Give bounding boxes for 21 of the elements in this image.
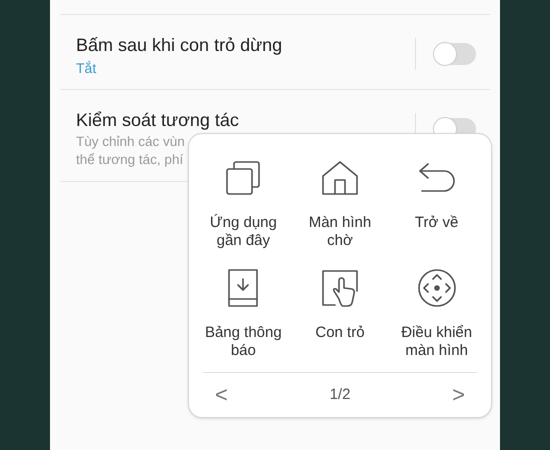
setting-status: Tắt — [76, 59, 96, 78]
menu-item[interactable]: Màn hình chờ — [292, 156, 388, 250]
menu-item[interactable]: Con trỏ — [292, 266, 388, 360]
setting-title: Kiểm soát tương tác — [76, 109, 240, 132]
hand-pointer-icon — [320, 269, 359, 307]
setting-description: Tùy chỉnh các vùn — [76, 133, 185, 151]
download-panel-icon — [227, 268, 260, 308]
page-indicator: 1/2 — [330, 384, 350, 405]
toggle-switch[interactable] — [434, 43, 476, 65]
menu-item[interactable]: Điều khiển màn hình — [388, 266, 485, 360]
setting-description: thể tương tác, phí — [76, 151, 184, 169]
directional-pad-icon — [416, 268, 457, 308]
overlapping-squares-icon — [225, 160, 262, 196]
next-page-button[interactable]: > — [452, 381, 465, 409]
back-arrow-icon — [418, 162, 456, 194]
home-icon — [320, 160, 359, 196]
menu-item[interactable]: Bảng thông báo — [195, 266, 292, 360]
menu-item[interactable]: Ứng dụng gần đây — [195, 156, 292, 250]
previous-page-button[interactable]: < — [215, 381, 228, 409]
setting-title: Bấm sau khi con trỏ dừng — [76, 34, 284, 57]
menu-item[interactable]: Trở về — [388, 156, 485, 250]
